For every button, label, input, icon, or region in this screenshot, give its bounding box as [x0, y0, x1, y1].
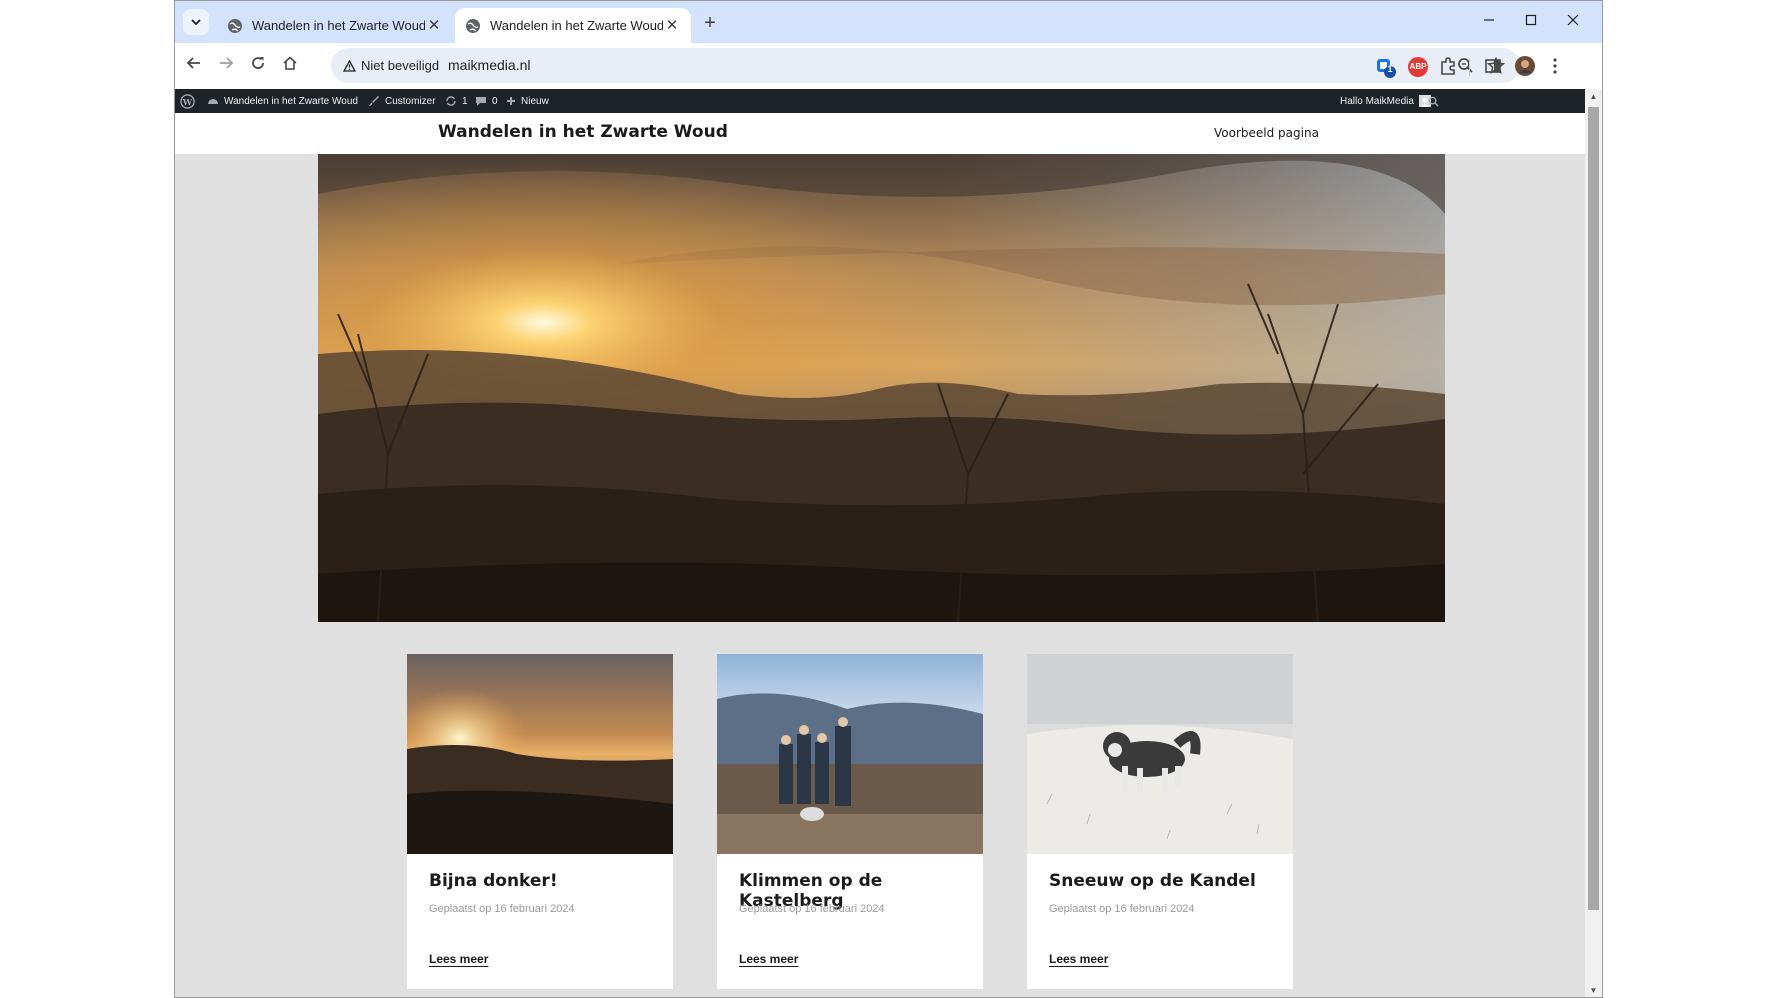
adminbar-account[interactable]: Hallo MaikMedia [1340, 89, 1436, 113]
family-mountain-thumbnail-image [717, 654, 983, 854]
home-button[interactable] [277, 53, 303, 79]
side-panel-icon [1485, 59, 1501, 73]
extension-button[interactable]: 1 [1374, 55, 1398, 79]
security-chip[interactable]: Niet beveiligd [337, 52, 447, 79]
wordpress-logo-icon: W [180, 93, 195, 109]
tab-strip: Wandelen in het Zwarte Woud ✕ Wandelen i… [175, 1, 1602, 43]
chevron-down-icon [191, 19, 201, 26]
adminbar-site-name[interactable]: Wandelen in het Zwarte Woud [207, 89, 358, 113]
globe-icon [228, 18, 242, 33]
security-label: Niet beveiligd [361, 58, 440, 73]
tab-active[interactable]: Wandelen in het Zwarte Woud ✕ [455, 8, 691, 43]
tab-inactive[interactable]: Wandelen in het Zwarte Woud ✕ [217, 8, 453, 43]
browser-window: Wandelen in het Zwarte Woud ✕ Wandelen i… [174, 0, 1603, 998]
plus-icon [507, 97, 515, 105]
sunset-landscape-image [318, 154, 1445, 622]
new-tab-button[interactable]: + [697, 11, 723, 37]
close-tab-icon[interactable]: ✕ [425, 17, 443, 35]
search-icon [1428, 96, 1439, 107]
hero-image [318, 154, 1445, 622]
scroll-up-arrow[interactable]: ▲ [1589, 92, 1598, 101]
adblock-button[interactable]: ABP [1406, 55, 1430, 79]
arrow-right-icon [220, 57, 234, 69]
home-icon [283, 56, 297, 70]
wp-logo-menu[interactable]: W [180, 89, 200, 113]
browser-toolbar: Niet beveiligd maikmedia.nl 1 ABP [175, 43, 1602, 89]
reload-button[interactable] [245, 53, 271, 79]
sunset-thumbnail-image [407, 654, 673, 854]
close-window-button[interactable] [1550, 7, 1596, 35]
updates-icon [446, 96, 456, 106]
snow-dog-thumbnail-image [1027, 654, 1293, 854]
maximize-button[interactable] [1508, 7, 1554, 35]
warning-icon [343, 59, 356, 72]
close-tab-icon[interactable]: ✕ [663, 17, 681, 35]
url-text[interactable]: maikmedia.nl [448, 57, 530, 73]
post-thumbnail[interactable] [407, 654, 673, 854]
close-icon [1567, 14, 1579, 26]
back-button[interactable] [181, 53, 207, 79]
page-scrollbar[interactable]: ▲ ▼ [1585, 89, 1602, 997]
comment-icon [476, 97, 486, 106]
post-card[interactable]: Sneeuw op de Kandel Geplaatst op 16 febr… [1027, 654, 1293, 989]
read-more-link[interactable]: Lees meer [1049, 952, 1108, 966]
browser-menu-button[interactable] [1544, 55, 1568, 79]
side-panel-button[interactable] [1482, 55, 1506, 79]
kebab-menu-icon [1553, 58, 1557, 74]
maximize-icon [1525, 14, 1537, 26]
post-thumbnail[interactable] [1027, 654, 1293, 854]
minimize-button[interactable] [1466, 7, 1512, 35]
post-title[interactable]: Sneeuw op de Kandel [1049, 871, 1256, 891]
brush-icon [369, 96, 379, 106]
reload-icon [252, 57, 264, 69]
forward-button[interactable] [213, 53, 239, 79]
adminbar-updates[interactable]: 1 [445, 89, 468, 113]
extensions-menu-button[interactable] [1438, 55, 1462, 79]
site-title[interactable]: Wandelen in het Zwarte Woud [438, 122, 728, 142]
site-header: Wandelen in het Zwarte Woud Voorbeeld pa… [175, 113, 1585, 154]
dashboard-icon [208, 99, 218, 104]
toolbar-divider [1469, 58, 1470, 76]
read-more-link[interactable]: Lees meer [429, 952, 488, 966]
post-date: Geplaatst op 16 februari 2024 [739, 903, 885, 915]
post-date: Geplaatst op 16 februari 2024 [429, 903, 575, 915]
tab-title: Wandelen in het Zwarte Woud [252, 18, 425, 33]
profile-avatar[interactable] [1514, 55, 1538, 79]
read-more-link[interactable]: Lees meer [739, 952, 798, 966]
svg-text:W: W [182, 96, 193, 106]
avatar-icon [1515, 56, 1535, 76]
post-title[interactable]: Bijna donker! [429, 871, 558, 891]
adblock-label: ABP [1409, 62, 1427, 71]
tab-title: Wandelen in het Zwarte Woud [490, 18, 663, 33]
web-page: Wandelen in het Zwarte Woud Voorbeeld pa… [175, 113, 1585, 997]
minimize-icon [1484, 19, 1494, 21]
address-bar[interactable]: Niet beveiligd maikmedia.nl [331, 48, 1520, 83]
adminbar-customizer[interactable]: Customizer [368, 89, 436, 113]
arrow-left-icon [186, 57, 200, 69]
scrollbar-thumb[interactable] [1588, 107, 1599, 910]
adminbar-search[interactable] [1428, 89, 1444, 113]
globe-icon [466, 18, 480, 33]
puzzle-icon [1441, 57, 1455, 75]
wp-admin-bar: W Wandelen in het Zwarte Woud Customizer… [175, 89, 1585, 113]
scroll-down-arrow[interactable]: ▼ [1589, 986, 1598, 995]
extension-badge: 1 [1387, 64, 1393, 74]
nav-item-voorbeeld-pagina[interactable]: Voorbeeld pagina [1214, 126, 1319, 140]
adminbar-new[interactable]: Nieuw [506, 89, 549, 113]
tab-search-button[interactable] [183, 9, 209, 35]
adminbar-comments[interactable]: 0 [475, 89, 498, 113]
post-card[interactable]: Klimmen op de Kastelberg Geplaatst op 16… [717, 654, 983, 989]
post-thumbnail[interactable] [717, 654, 983, 854]
post-card[interactable]: Bijna donker! Geplaatst op 16 februari 2… [407, 654, 673, 989]
post-date: Geplaatst op 16 februari 2024 [1049, 903, 1195, 915]
